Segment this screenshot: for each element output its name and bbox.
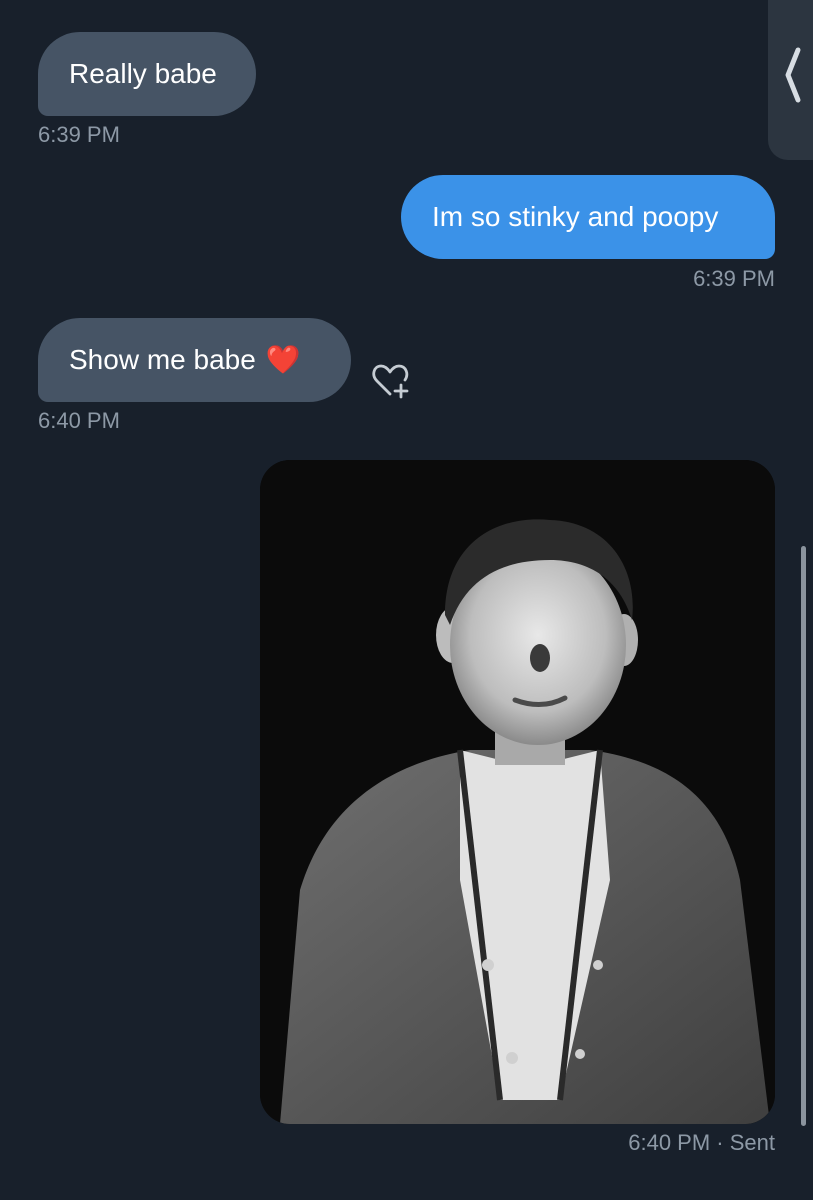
photo-image <box>260 460 775 1124</box>
message-timestamp: 6:40 PM <box>38 408 120 433</box>
heart-emoji: ❤️ <box>265 344 301 375</box>
delivery-status: · Sent <box>716 1130 775 1155</box>
scrollbar-thumb[interactable] <box>801 546 806 1126</box>
heart-add-icon[interactable] <box>370 360 414 400</box>
incoming-message-bubble[interactable]: Show me babe ❤️ <box>38 318 351 402</box>
outgoing-message-bubble[interactable]: Im so stinky and poopy <box>401 175 775 259</box>
incoming-message-bubble[interactable]: Really babe <box>38 32 256 116</box>
chevron-left-icon[interactable] <box>768 0 813 160</box>
message-timestamp: 6:39 PM <box>38 122 120 147</box>
collapse-panel-tab[interactable] <box>768 0 813 160</box>
message-text: Really babe <box>69 58 217 89</box>
message-text: Im so stinky and poopy <box>432 201 719 232</box>
message-timestamp: 6:39 PM <box>693 266 775 291</box>
message-text: Show me babe <box>69 344 256 375</box>
sent-photo-attachment[interactable] <box>260 460 775 1124</box>
message-timestamp: 6:40 PM · Sent <box>628 1130 775 1156</box>
timestamp-text: 6:40 PM <box>628 1130 711 1155</box>
